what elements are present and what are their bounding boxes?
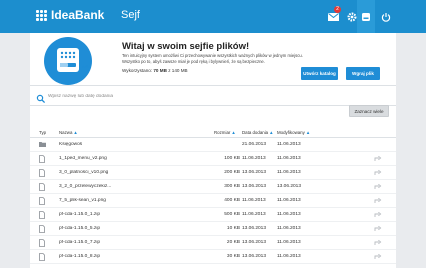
table-row[interactable]: pf-cda-1.15.0_1.zip 500 KB 11.06.2013 11.06… (30, 208, 396, 222)
page-title: Sejf (121, 9, 140, 21)
search-bar (30, 85, 396, 106)
file-date-added: 13.06.2013 (242, 226, 267, 231)
file-size: 30 KB (226, 254, 240, 259)
file-name[interactable]: pf-cda-1.15.0_7.zip (59, 240, 154, 245)
file-size: 100 KB (224, 156, 240, 161)
share-icon[interactable] (374, 183, 382, 191)
file-date-added: 13.06.2013 (242, 170, 267, 175)
file-date-modified: 11.06.2013 (277, 212, 301, 217)
file-icon (39, 225, 46, 233)
col-modified[interactable]: Modyfikowany▲ (277, 130, 310, 135)
top-bar: IdeaBank Sejf 2 (0, 0, 426, 33)
file-icon (39, 239, 46, 247)
file-date-modified: 11.06.2013 (277, 226, 301, 231)
file-date-modified: 13.06.2013 (277, 184, 302, 189)
file-date-modified: 11.06.2013 (277, 156, 301, 161)
sort-asc-icon: ▲ (231, 130, 236, 135)
search-icon (36, 91, 46, 104)
safe-nav-button[interactable] (357, 0, 375, 33)
sort-asc-icon: ▲ (73, 130, 78, 135)
unread-count-badge: 2 (334, 6, 341, 13)
file-icon (39, 253, 46, 261)
table-row[interactable]: 3_0_platnosci_v10.png 200 KB 13.06.2013 11.… (30, 166, 396, 180)
file-date-modified: 11.06.2013 (277, 254, 301, 259)
file-icon (39, 155, 46, 163)
file-date-modified: 11.06.2013 (277, 142, 301, 147)
upload-file-button[interactable]: Wgraj plik (346, 67, 380, 80)
file-size: 500 KB (224, 212, 240, 217)
brand-mark-icon (36, 10, 47, 21)
storage-usage: Wykorzystano: 70 MB z 140 MB (122, 68, 188, 73)
table-row[interactable]: 1_1ped_menu_v2.png 100 KB 11.06.2013 11.06.… (30, 152, 396, 166)
brand-logo[interactable]: IdeaBank (36, 8, 104, 22)
file-name[interactable]: Księgowoś (59, 142, 154, 147)
file-date-added: 13.06.2013 (242, 240, 267, 245)
file-date-added: 11.06.2013 (242, 212, 266, 217)
file-date-added: 11.06.2013 (242, 198, 266, 203)
welcome-heading: Witaj w swoim sejfie plików! (122, 41, 250, 52)
gear-icon (347, 11, 357, 22)
file-date-added: 13.06.2013 (242, 184, 267, 189)
file-date-modified: 11.06.2013 (277, 198, 301, 203)
table-row[interactable]: Księgowoś 21.06.2013 11.06.2013 (30, 138, 396, 152)
file-size: 20 KB (226, 240, 240, 245)
file-date-modified: 11.06.2013 (277, 170, 301, 175)
safe-icon (362, 12, 370, 21)
sort-asc-icon: ▲ (269, 130, 274, 135)
create-folder-button[interactable]: Utwórz katalog (301, 67, 338, 80)
file-size: 400 KB (224, 198, 240, 203)
table-row[interactable]: pf-cda-1.15.0_7.zip 20 KB 13.06.2013 11.06.… (30, 236, 396, 250)
table-row[interactable]: 3_2_0_przelewyczekiz... 300 KB 13.06.2013 1… (30, 180, 396, 194)
brand-name: IdeaBank (51, 8, 105, 22)
share-icon[interactable] (374, 225, 382, 233)
file-name[interactable]: 7_5_plik-sean_v1.png (59, 198, 154, 203)
file-size: 10 KB (226, 226, 240, 231)
file-name[interactable]: 1_1ped_menu_v2.png (59, 156, 154, 161)
share-icon[interactable] (374, 197, 382, 205)
sort-asc-icon: ▲ (305, 130, 311, 135)
file-date-modified: 11.06.2013 (277, 240, 301, 245)
messages-button[interactable]: 2 (325, 0, 341, 33)
files-table-header: Typ Nazwa▲ Rozmiar▲ Data dodania▲ Modyfi… (30, 127, 396, 138)
folder-icon (39, 141, 46, 149)
table-row[interactable]: 7_5_plik-sean_v1.png 400 KB 11.06.2013 11.0… (30, 194, 396, 208)
file-icon (39, 211, 46, 219)
col-added[interactable]: Data dodania▲ (242, 130, 273, 135)
file-icon (39, 169, 46, 177)
select-multiple-button[interactable]: Zaznacz wiele (349, 105, 389, 117)
col-name[interactable]: Nazwa▲ (59, 130, 78, 135)
file-name[interactable]: 3_0_platnosci_v10.png (59, 170, 154, 175)
file-date-added: 13.06.2013 (242, 254, 267, 259)
share-icon[interactable] (374, 211, 382, 219)
power-icon (381, 12, 391, 22)
table-row[interactable]: pf-cda-1.15.0_8.zip 30 KB 13.06.2013 11.06.… (30, 250, 396, 264)
file-name[interactable]: pf-cda-1.15.0_8.zip (59, 254, 154, 259)
mail-icon (327, 12, 339, 21)
file-icon (39, 197, 46, 205)
safe-content-panel: 50% Witaj w swoim sejfie plików! Ten int… (30, 33, 396, 268)
col-type[interactable]: Typ (39, 130, 46, 135)
file-date-added: 11.06.2013 (242, 156, 266, 161)
share-icon[interactable] (374, 169, 382, 177)
logout-button[interactable] (378, 0, 394, 33)
safe-illustration-icon (44, 37, 92, 85)
share-icon[interactable] (374, 239, 382, 247)
file-date-added: 21.06.2013 (242, 142, 267, 147)
file-name[interactable]: pf-cda-1.15.0_5.zip (59, 226, 154, 231)
file-size: 300 KB (224, 184, 240, 189)
search-input[interactable] (48, 90, 348, 102)
file-name[interactable]: 3_2_0_przelewyczekiz... (59, 184, 154, 189)
welcome-description: Ten intuicyjny system umożliwi Ci przech… (122, 53, 303, 64)
share-icon[interactable] (374, 155, 382, 163)
storage-progress-label: 50% (82, 64, 91, 69)
file-size: 200 KB (224, 170, 240, 175)
table-row[interactable]: pf-cda-1.15.0_5.zip 10 KB 13.06.2013 11.06.… (30, 222, 396, 236)
share-icon[interactable] (374, 253, 382, 261)
col-size[interactable]: Rozmiar▲ (214, 130, 236, 135)
file-icon (39, 183, 46, 191)
file-name[interactable]: pf-cda-1.15.0_1.zip (59, 212, 154, 217)
